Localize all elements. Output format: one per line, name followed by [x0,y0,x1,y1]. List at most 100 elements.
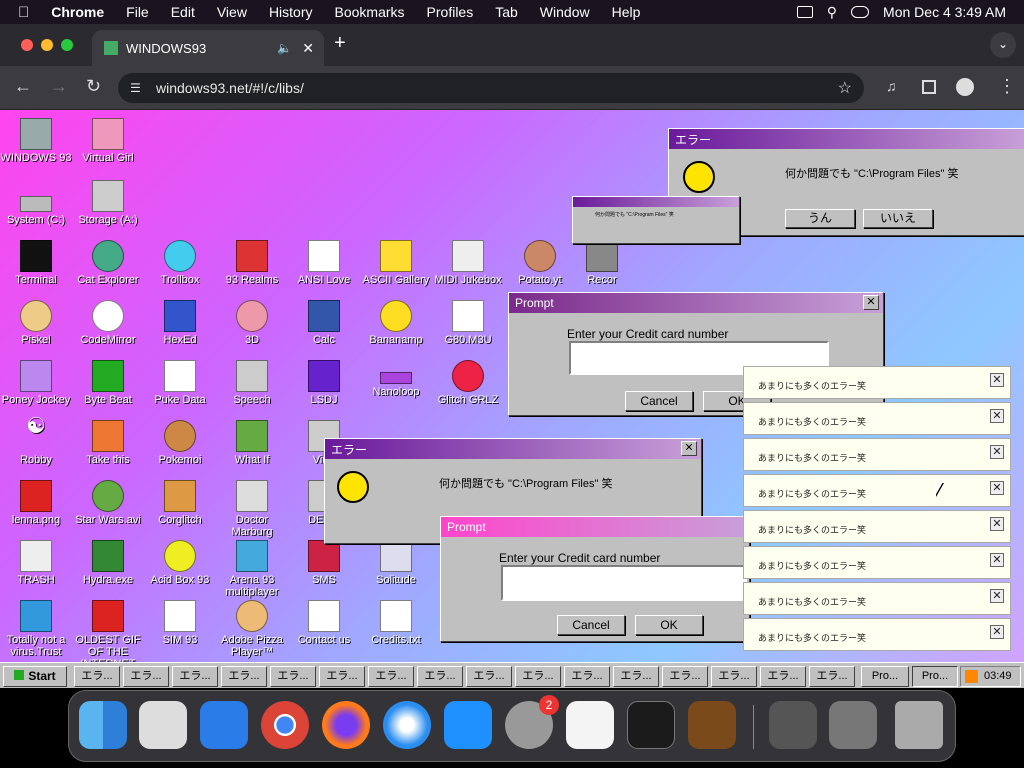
menu-tab[interactable]: Tab [495,4,518,20]
taskbar-item[interactable]: エラ... [760,666,806,687]
menu-window[interactable]: Window [540,4,590,20]
close-icon[interactable]: ✕ [990,445,1004,459]
error-dialog-middle-titlebar[interactable]: エラー ✕ [325,439,701,459]
desktop-icon-acid-box[interactable]: Acid Box 93 [144,540,216,586]
desktop-icon-codemirror[interactable]: CodeMirror [72,300,144,346]
error-notification[interactable]: あまりにも多くのエラー笑 ✕ [743,546,1011,579]
taskbar-item[interactable]: エラ... [319,666,365,687]
desktop-icon-sms[interactable]: SMS [288,540,360,586]
apple-icon[interactable]:  [18,4,29,21]
desktop-icon-lsdj[interactable]: LSDJ [288,360,360,406]
desktop-icon-3d[interactable]: 3D [216,300,288,346]
menu-history[interactable]: History [269,4,313,20]
desktop-icon-star-wars[interactable]: Star Wars.avi [72,480,144,526]
downloads-folder-icon[interactable] [769,701,817,749]
desktop-icon-hydra[interactable]: Hydra.exe [72,540,144,586]
desktop-icon-byte-beat[interactable]: Byte Beat [72,360,144,406]
desktop-icon-doctor-marburg[interactable]: Doctor Marburg [216,480,288,538]
spotlight-search-icon[interactable]: ⚲ [827,4,837,21]
taskbar-item[interactable]: エラ... [417,666,463,687]
menu-bookmarks[interactable]: Bookmarks [335,4,405,20]
taskbar-item[interactable]: エラ... [466,666,512,687]
taskbar-item[interactable]: エラ... [172,666,218,687]
browser-tab[interactable]: WINDOWS93 🔈 ✕ [92,30,324,66]
error-dialog-titlebar[interactable]: エラー [669,129,1024,149]
no-button[interactable]: いいえ [863,209,933,228]
close-icon[interactable]: ✕ [990,553,1004,567]
desktop-icon-virtual-girl[interactable]: Virtual Girl [72,118,144,164]
desktop-icon-midi-jukebox[interactable]: MIDI Jukebox [432,240,504,286]
error-notification[interactable]: あまりにも多くのエラー笑 ✕ [743,402,1011,435]
profile-icon[interactable] [956,78,974,96]
start-button[interactable]: Start [3,666,67,687]
desktop-icon-lenna[interactable]: lenna.png [0,480,72,526]
screen-mirror-icon[interactable] [796,6,813,18]
menu-help[interactable]: Help [612,4,641,20]
media-controls-icon[interactable]: ♫ [886,78,897,94]
prompt-dialog-2[interactable]: Prompt Enter your Credit card number Can… [440,516,750,642]
finder-icon[interactable] [79,701,127,749]
chrome-icon[interactable] [261,701,309,749]
desktop-icon-robby[interactable]: ☯ Robby [0,415,72,467]
taskbar-item[interactable]: エラ... [368,666,414,687]
desktop-icon-solitude[interactable]: Solitude [360,540,432,586]
error-dialog-small-titlebar[interactable] [573,197,739,207]
desktop-icon-pokemoi[interactable]: Pokemoi [144,420,216,466]
desktop-icon-glitch-grlz[interactable]: Glitch GRLZ [432,360,504,406]
control-center-icon[interactable] [851,6,870,18]
desktop-icon-ansi-love[interactable]: ANSI Love [288,240,360,286]
desktop-icon-oldest-gif[interactable]: OLDEST GIF OF THE INTERNET [72,600,144,670]
safari-icon[interactable] [383,701,431,749]
site-info-icon[interactable]: ☰ [130,81,141,95]
desktop-icon-adobe-pizza[interactable]: Adobe Pizza Player™ [216,600,288,658]
taskbar-item[interactable]: エラ... [221,666,267,687]
cancel-button[interactable]: Cancel [625,391,693,411]
desktop-icon-hexed[interactable]: HexEd [144,300,216,346]
launchpad-icon[interactable] [139,701,187,749]
app-store-icon[interactable] [444,701,492,749]
firefox-icon[interactable] [322,701,370,749]
desktop-icon-storage-a[interactable]: Storage (A:) [72,180,144,226]
bookmark-star-icon[interactable]: ☆ [838,78,852,98]
terminal-app-icon[interactable] [627,701,675,749]
desktop-icon-speech[interactable]: Speech [216,360,288,406]
close-icon[interactable]: ✕ [990,625,1004,639]
textedit-icon[interactable] [566,701,614,749]
prompt-dialog-2-titlebar[interactable]: Prompt [441,517,749,537]
menu-file[interactable]: File [126,4,149,20]
keynote-icon[interactable] [200,701,248,749]
desktop-icon-93-realms[interactable]: 93 Realms [216,240,288,286]
error-notification[interactable]: あまりにも多くのエラー笑 ✕ [743,582,1011,615]
desktop-icon-system-c[interactable]: System (C:) [0,186,72,226]
close-window-button[interactable] [21,39,33,51]
back-icon[interactable]: ← [14,76,32,97]
error-notification[interactable]: あまりにも多くのエラー笑 ✕ [743,618,1011,651]
desktop-icon-trollbox[interactable]: Trollbox [144,240,216,286]
rss-icon[interactable] [965,670,978,683]
desktop-icon-contact-us[interactable]: Contact us [288,600,360,646]
desktop-icon-piskel[interactable]: Piskel [0,300,72,346]
taskbar-item[interactable]: エラ... [613,666,659,687]
taskbar-item[interactable]: エラ... [515,666,561,687]
menu-app-chrome[interactable]: Chrome [51,4,104,20]
error-notification[interactable]: あまりにも多くのエラー笑 ✕ [743,474,1011,507]
cancel-button-2[interactable]: Cancel [557,615,625,635]
error-notification[interactable]: あまりにも多くのエラー笑 ✕ [743,366,1011,399]
ok-button-2[interactable]: OK [635,615,703,635]
close-icon[interactable]: ✕ [990,373,1004,387]
desktop-icon-windows93[interactable]: WINDOWS 93 [0,118,72,164]
desktop-icon-bananamp[interactable]: Bananamp [360,300,432,346]
desktop-icon-terminal[interactable]: Terminal [0,240,72,286]
taskbar-item[interactable]: エラ... [809,666,855,687]
desktop-icon-take-this[interactable]: Take this [72,420,144,466]
desktop-icon-what-if[interactable]: What If [216,420,288,466]
taskbar-item-prompt[interactable]: Pro... [861,666,909,687]
close-icon[interactable]: ✕ [681,441,697,456]
taskbar-item[interactable]: エラ... [662,666,708,687]
minimize-window-button[interactable] [41,39,53,51]
taskbar-item-prompt-active[interactable]: Pro... [912,666,958,687]
menu-edit[interactable]: Edit [171,4,195,20]
desktop-icon-cat-explorer[interactable]: Cat Explorer [72,240,144,286]
menu-profiles[interactable]: Profiles [427,4,474,20]
forward-icon[interactable]: → [50,76,68,97]
